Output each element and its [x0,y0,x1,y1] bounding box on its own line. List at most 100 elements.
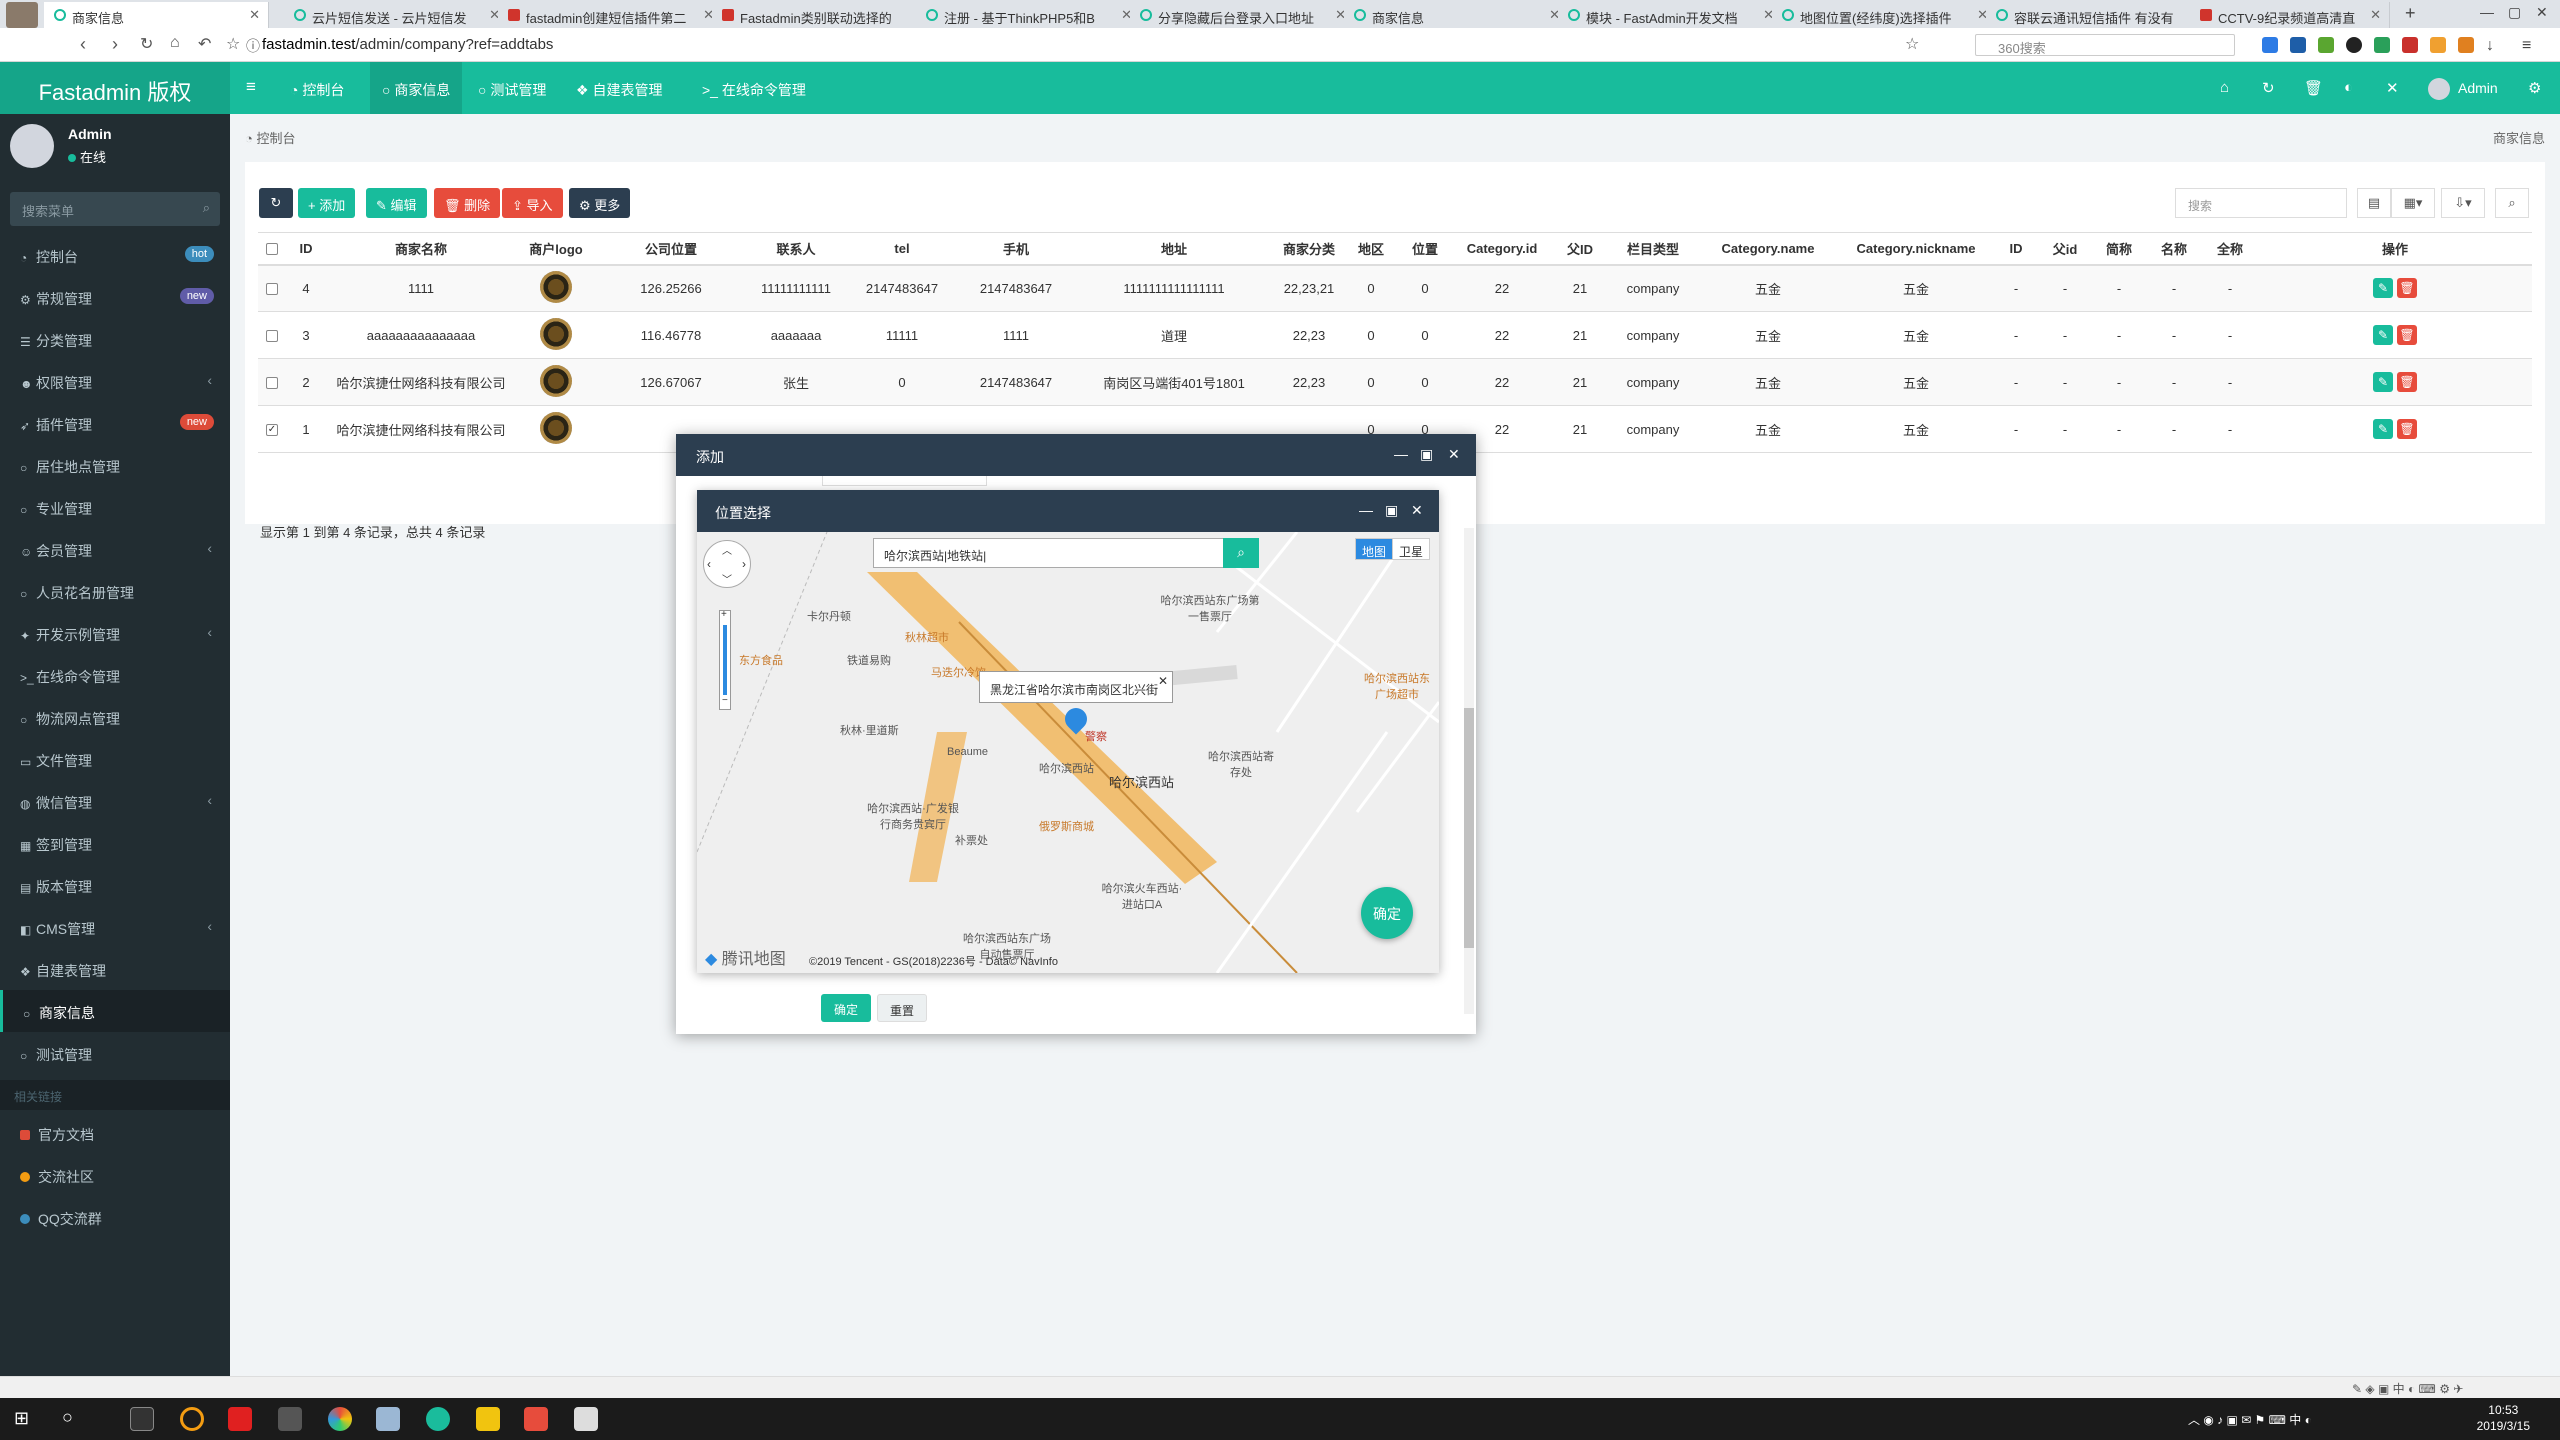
delete-row-icon[interactable]: 🗑 [2397,278,2417,299]
map-poi[interactable]: Beaume [947,746,988,758]
back-icon[interactable]: ‹ [80,34,86,55]
sidebar-item[interactable]: ☻ 权限管理 ‹ [0,360,230,402]
table-search-input[interactable]: 搜索 [2175,188,2347,218]
row-checkbox[interactable] [258,264,286,312]
column-header[interactable]: 栏目类型 [1608,232,1698,266]
sidebar-link-community[interactable]: 交流社区 [0,1154,230,1196]
tab-close-icon[interactable]: ✕ [249,7,260,23]
scrollbar[interactable] [1464,528,1474,1014]
search-engine-field[interactable]: 360搜索 [1975,34,2235,56]
sidebar-item[interactable]: ○ 人员花名册管理 [0,570,230,612]
sidebar-item[interactable]: ☰ 分类管理 [0,318,230,360]
taskbar-app-icon[interactable] [376,1407,400,1431]
column-header[interactable]: 名称 [2146,232,2202,266]
column-header[interactable]: 商户logo [516,232,596,266]
sidebar-item[interactable]: ❖ 自建表管理 [0,948,230,990]
browser-tab[interactable]: 模块 - FastAdmin开发文档 ✕ [1558,2,1783,28]
column-header[interactable]: 地址 [1074,232,1274,266]
browser-tab[interactable]: 商家信息 ✕ [44,2,269,28]
maximize-icon[interactable]: ▣ [1385,502,1398,519]
taskbar-app-icon[interactable] [476,1407,500,1431]
page-info-icon[interactable]: ⓘ [246,36,260,56]
map-search-button[interactable]: ⌕ [1223,538,1259,568]
language-icon[interactable]: ◐ [2344,79,2353,96]
edit-row-icon[interactable]: ✎ [2373,372,2393,392]
arrow-up-icon[interactable]: ︿ [722,542,732,557]
checkbox-icon[interactable] [266,283,278,296]
browser-tab[interactable]: fastadmin创建短信插件第二 ✕ [498,2,723,28]
admin-avatar[interactable] [2428,78,2450,100]
refresh-icon[interactable]: ↻ [2262,79,2275,97]
edit-row-icon[interactable]: ✎ [2373,325,2393,345]
taskbar-app-icon[interactable] [426,1407,450,1431]
column-header[interactable]: 商家分类 [1274,232,1344,266]
taskbar-app-icon[interactable] [524,1407,548,1431]
map-zoom-slider[interactable]: + − [719,609,731,710]
delete-row-icon[interactable]: 🗑 [2397,419,2417,439]
system-clock[interactable]: 10:53 2019/3/15 [2477,1402,2530,1434]
reset-button[interactable]: 重置 [877,994,927,1022]
system-tray-icons[interactable]: ︿ ◉ ♪ ▣ ✉ ⚑ ⌨ 中 ◐ [2188,1411,2312,1428]
home-icon[interactable]: ⌂ [2220,79,2229,96]
import-button[interactable]: ⇪ 导入 [502,188,563,218]
column-header[interactable]: 联系人 [746,232,846,266]
scrollbar-thumb[interactable] [1464,708,1474,948]
minimize-icon[interactable]: — [1394,446,1408,462]
delete-row-icon[interactable]: 🗑 [2397,325,2417,345]
sidebar-item[interactable]: ☺ 会员管理 ‹ [0,528,230,570]
extension-icon[interactable] [2290,37,2306,53]
topnav-tab-dashboard[interactable]: ◔ 控制台 [280,62,354,114]
minimize-icon[interactable]: — [1359,502,1373,518]
browser-tab[interactable]: Fastadmin类别联动选择的✕ [712,2,937,28]
location-dialog-titlebar[interactable]: 位置选择 — ▣ ✕ [697,490,1439,532]
map-type-map-button[interactable]: 地图 [1355,538,1394,560]
map-poi[interactable]: 俄罗斯商城 [1039,818,1094,834]
sidebar-item[interactable]: >_ 在线命令管理 [0,654,230,696]
map-poi[interactable]: 马迭尔冷饮 [931,664,986,680]
favorite-icon[interactable]: ☆ [226,34,240,54]
settings-gear-icon[interactable]: ⚙ [2528,79,2541,97]
map-pan-control[interactable]: ︿ ‹ › ﹀ [703,540,751,588]
tab-close-icon[interactable]: ✕ [2370,7,2381,23]
browser-tab[interactable]: 云片短信发送 - 云片短信发 ✕ [284,2,509,28]
column-header[interactable]: 商家名称 [326,232,516,266]
browser-tab[interactable]: 容联云通讯短信插件 有没有✕ [1986,2,2211,28]
close-icon[interactable]: ✕ [1158,674,1168,688]
sidebar-item[interactable]: ◔ 控制台 hot [0,234,230,276]
sidebar-link-docs[interactable]: 官方文档 [0,1112,230,1154]
forward-icon[interactable]: › [112,34,118,55]
table-row[interactable]: 3 aaaaaaaaaaaaaaa 116.46778 aaaaaaa 11111 111… [258,311,2532,359]
close-icon[interactable]: ✕ [1411,502,1423,519]
more-button[interactable]: ⚙ 更多 [569,188,631,218]
column-header[interactable]: Category.name [1698,232,1838,266]
extension-icon[interactable] [2374,37,2390,53]
edit-row-icon[interactable]: ✎ [2373,419,2393,439]
extension-icon[interactable] [2318,37,2334,53]
sidebar-item[interactable]: ○ 商家信息 [0,990,230,1032]
map-poi[interactable]: 东方食品 [739,652,783,668]
merchant-logo-image[interactable] [540,270,572,303]
arrow-down-icon[interactable]: ﹀ [722,571,732,586]
arrow-right-icon[interactable]: › [742,557,746,571]
column-header[interactable]: 全称 [2202,232,2258,266]
submit-button[interactable]: 确定 [821,994,871,1022]
toggle-view-icon[interactable]: ▤ [2357,188,2391,218]
map-search-input[interactable]: 哈尔滨西站|地铁站| [873,538,1227,568]
column-header[interactable]: 公司位置 [596,232,746,266]
topnav-tab-command[interactable]: >_ 在线命令管理 [690,62,818,114]
undo-icon[interactable]: ↶ [198,34,211,54]
sidebar-item[interactable]: ○ 物流网点管理 [0,696,230,738]
column-header[interactable]: Category.id [1452,232,1552,266]
taskbar-app-icon[interactable] [278,1407,302,1431]
trash-icon[interactable]: 🗑 [2304,79,2323,97]
delete-row-icon[interactable]: 🗑 [2397,372,2417,392]
close-icon[interactable]: ✕ [1448,446,1460,463]
zoom-level-bar[interactable] [723,625,727,695]
table-row[interactable]: 4 1111 126.25266 11111111111 2147483647 21474… [258,264,2532,312]
sidebar-item[interactable]: ➶ 插件管理 new [0,402,230,444]
map-poi[interactable]: 哈尔滨火车西站·进站口A [1097,880,1187,912]
column-header[interactable]: 父id [2038,232,2092,266]
column-header[interactable]: 手机 [958,232,1074,266]
topnav-tab-company[interactable]: ○ 商家信息 [370,62,463,114]
map-view[interactable]: ︿ ‹ › ﹀ + − 哈尔滨西站|地铁站| ⌕ 地图 卫星 卡尔丹顿 哈尔滨西站东广场… [697,532,1439,973]
